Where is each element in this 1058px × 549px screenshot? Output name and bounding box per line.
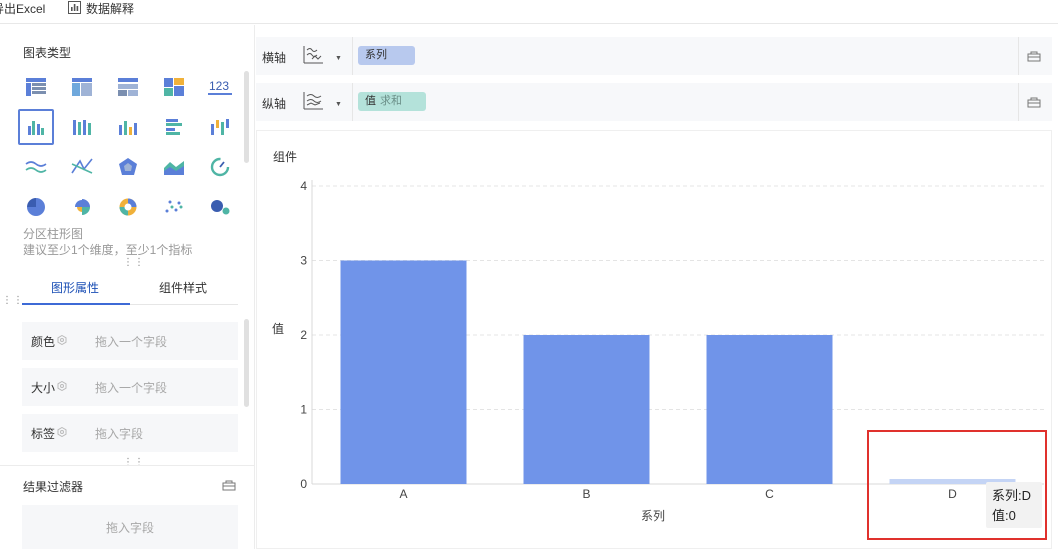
- cross-table-icon[interactable]: [64, 69, 100, 105]
- x-axis-title: 系列: [641, 509, 665, 523]
- tooltip-series: 系列:D: [992, 488, 1032, 503]
- property-tabs: 图形属性 组件样式: [22, 267, 238, 305]
- filter-drop-placeholder: 拖入字段: [105, 520, 154, 535]
- stacked-bar-icon[interactable]: [64, 109, 100, 145]
- divider: [352, 83, 353, 121]
- multi-bar-icon[interactable]: [110, 109, 146, 145]
- chart-type-scrollbar[interactable]: [244, 71, 249, 163]
- x-tick-label: B: [582, 487, 590, 501]
- size-property-row[interactable]: 大小 拖入一个字段: [22, 368, 238, 406]
- dot-scatter-icon[interactable]: [156, 189, 192, 225]
- properties-scrollbar[interactable]: [244, 319, 249, 407]
- bar-C[interactable]: [706, 335, 833, 484]
- x-tick-label: D: [948, 487, 957, 501]
- x-axis-bar: 横轴 ▼ 系列: [256, 37, 1052, 75]
- bar-B[interactable]: [523, 335, 650, 484]
- y-tick-label: 1: [300, 403, 307, 417]
- bar-A[interactable]: [340, 260, 467, 485]
- data-explain-label: 数据解释: [86, 2, 135, 16]
- y-tick-label: 3: [300, 254, 307, 268]
- svg-text:123: 123: [209, 79, 229, 93]
- y-axis-label: 纵轴: [262, 97, 287, 111]
- app-root: 导出Excel 数据解释 图表类型 123: [0, 0, 1058, 549]
- lock-icon[interactable]: [222, 478, 236, 494]
- filter-drop-zone[interactable]: 拖入字段: [22, 505, 238, 549]
- grouped-bar-icon[interactable]: [18, 109, 54, 145]
- x-axis-dropdown-icon[interactable]: ▼: [335, 55, 342, 62]
- y-tick-label: 2: [300, 328, 307, 342]
- label-drop-placeholder: 拖入字段: [95, 426, 144, 441]
- settings-icon[interactable]: [57, 426, 67, 440]
- export-excel-label: 导出Excel: [0, 2, 46, 16]
- color-property-row[interactable]: 颜色 拖入一个字段: [22, 322, 238, 360]
- y-tick-label: 0: [300, 477, 307, 491]
- data-explain-icon: [68, 1, 81, 17]
- left-config-panel: 图表类型 123 分区柱形图 建议至少1个维度，至少1个指标 ⋮⋮ ⋮⋮ 图形属…: [0, 25, 255, 549]
- x-axis-field-name: 系列: [365, 49, 387, 61]
- data-explain-button[interactable]: 数据解释: [68, 0, 134, 18]
- settings-icon[interactable]: [57, 334, 67, 348]
- chart-type-hint: 建议至少1个维度，至少1个指标: [23, 243, 193, 257]
- label-label-text: 标签: [31, 426, 56, 441]
- chart-type-title: 图表类型: [23, 46, 72, 60]
- y-tick-label: 4: [300, 179, 307, 193]
- bar-chart[interactable]: 0 1 2 3 4 A B C D 系列 值: [256, 130, 1052, 549]
- area-icon[interactable]: [156, 149, 192, 185]
- size-drop-placeholder: 拖入一个字段: [95, 380, 168, 395]
- divider: [352, 37, 353, 75]
- pie-icon[interactable]: [18, 189, 54, 225]
- size-label-text: 大小: [31, 380, 56, 395]
- gauge-icon[interactable]: [202, 149, 238, 185]
- rose-pie-icon[interactable]: [64, 189, 100, 225]
- chart-type-name: 分区柱形图: [23, 227, 84, 241]
- tooltip-value: 值:0: [992, 508, 1016, 523]
- x-tick-label: C: [765, 487, 774, 501]
- y-axis-type-icon[interactable]: [302, 91, 324, 114]
- color-property-label: 颜色: [31, 333, 95, 350]
- export-excel-button[interactable]: 导出Excel: [0, 0, 45, 18]
- table-icon[interactable]: [18, 69, 54, 105]
- bubble-icon[interactable]: [202, 189, 238, 225]
- x-tick-label: A: [399, 487, 407, 501]
- size-property-label: 大小: [31, 379, 95, 396]
- color-label-text: 颜色: [31, 334, 56, 349]
- tab-component-style[interactable]: 组件样式: [159, 279, 207, 296]
- settings-icon[interactable]: [57, 380, 67, 394]
- y-axis-bar: 纵轴 ▼ 值求和: [256, 83, 1052, 121]
- divider: [1018, 83, 1019, 121]
- lock-icon[interactable]: [1027, 95, 1041, 111]
- divider: [1018, 37, 1019, 75]
- detail-table-icon[interactable]: [110, 69, 146, 105]
- x-axis-label: 横轴: [262, 51, 287, 65]
- chart-type-description: 分区柱形图 建议至少1个维度，至少1个指标: [23, 226, 192, 258]
- x-axis-type-icon[interactable]: [302, 45, 324, 68]
- range-bar-icon[interactable]: [202, 109, 238, 145]
- active-tab-indicator: [22, 303, 130, 305]
- y-axis-title: 值: [272, 321, 284, 336]
- label-property-row[interactable]: 标签 拖入字段: [22, 414, 238, 452]
- line-icon[interactable]: [18, 149, 54, 185]
- resize-handle-icon[interactable]: ⋮⋮: [123, 457, 145, 468]
- lock-icon[interactable]: [1027, 49, 1041, 65]
- radar-icon[interactable]: [110, 149, 146, 185]
- scatter-line-icon[interactable]: [64, 149, 100, 185]
- globe-icon[interactable]: [110, 189, 146, 225]
- label-property-label: 标签: [31, 425, 95, 442]
- panel-drag-icon[interactable]: ⋮⋮: [2, 295, 24, 306]
- chart-tooltip: 系列:D 值:0: [986, 482, 1042, 528]
- y-axis-field-name: 值: [365, 95, 376, 107]
- y-axis-field-pill[interactable]: 值求和: [358, 92, 426, 111]
- x-axis-field-pill[interactable]: 系列: [358, 46, 415, 65]
- top-toolbar: 导出Excel 数据解释: [0, 0, 1058, 24]
- y-axis-aggregation: 求和: [380, 95, 402, 107]
- result-filter-title: 结果过滤器: [23, 480, 84, 494]
- horizontal-bar-icon[interactable]: [156, 109, 192, 145]
- color-drop-placeholder: 拖入一个字段: [95, 334, 168, 349]
- y-axis-dropdown-icon[interactable]: ▼: [335, 101, 342, 108]
- tab-graph-properties[interactable]: 图形属性: [51, 279, 99, 296]
- kpi-number-icon[interactable]: 123: [202, 69, 238, 105]
- divider: [0, 465, 255, 466]
- treemap-icon[interactable]: [156, 69, 192, 105]
